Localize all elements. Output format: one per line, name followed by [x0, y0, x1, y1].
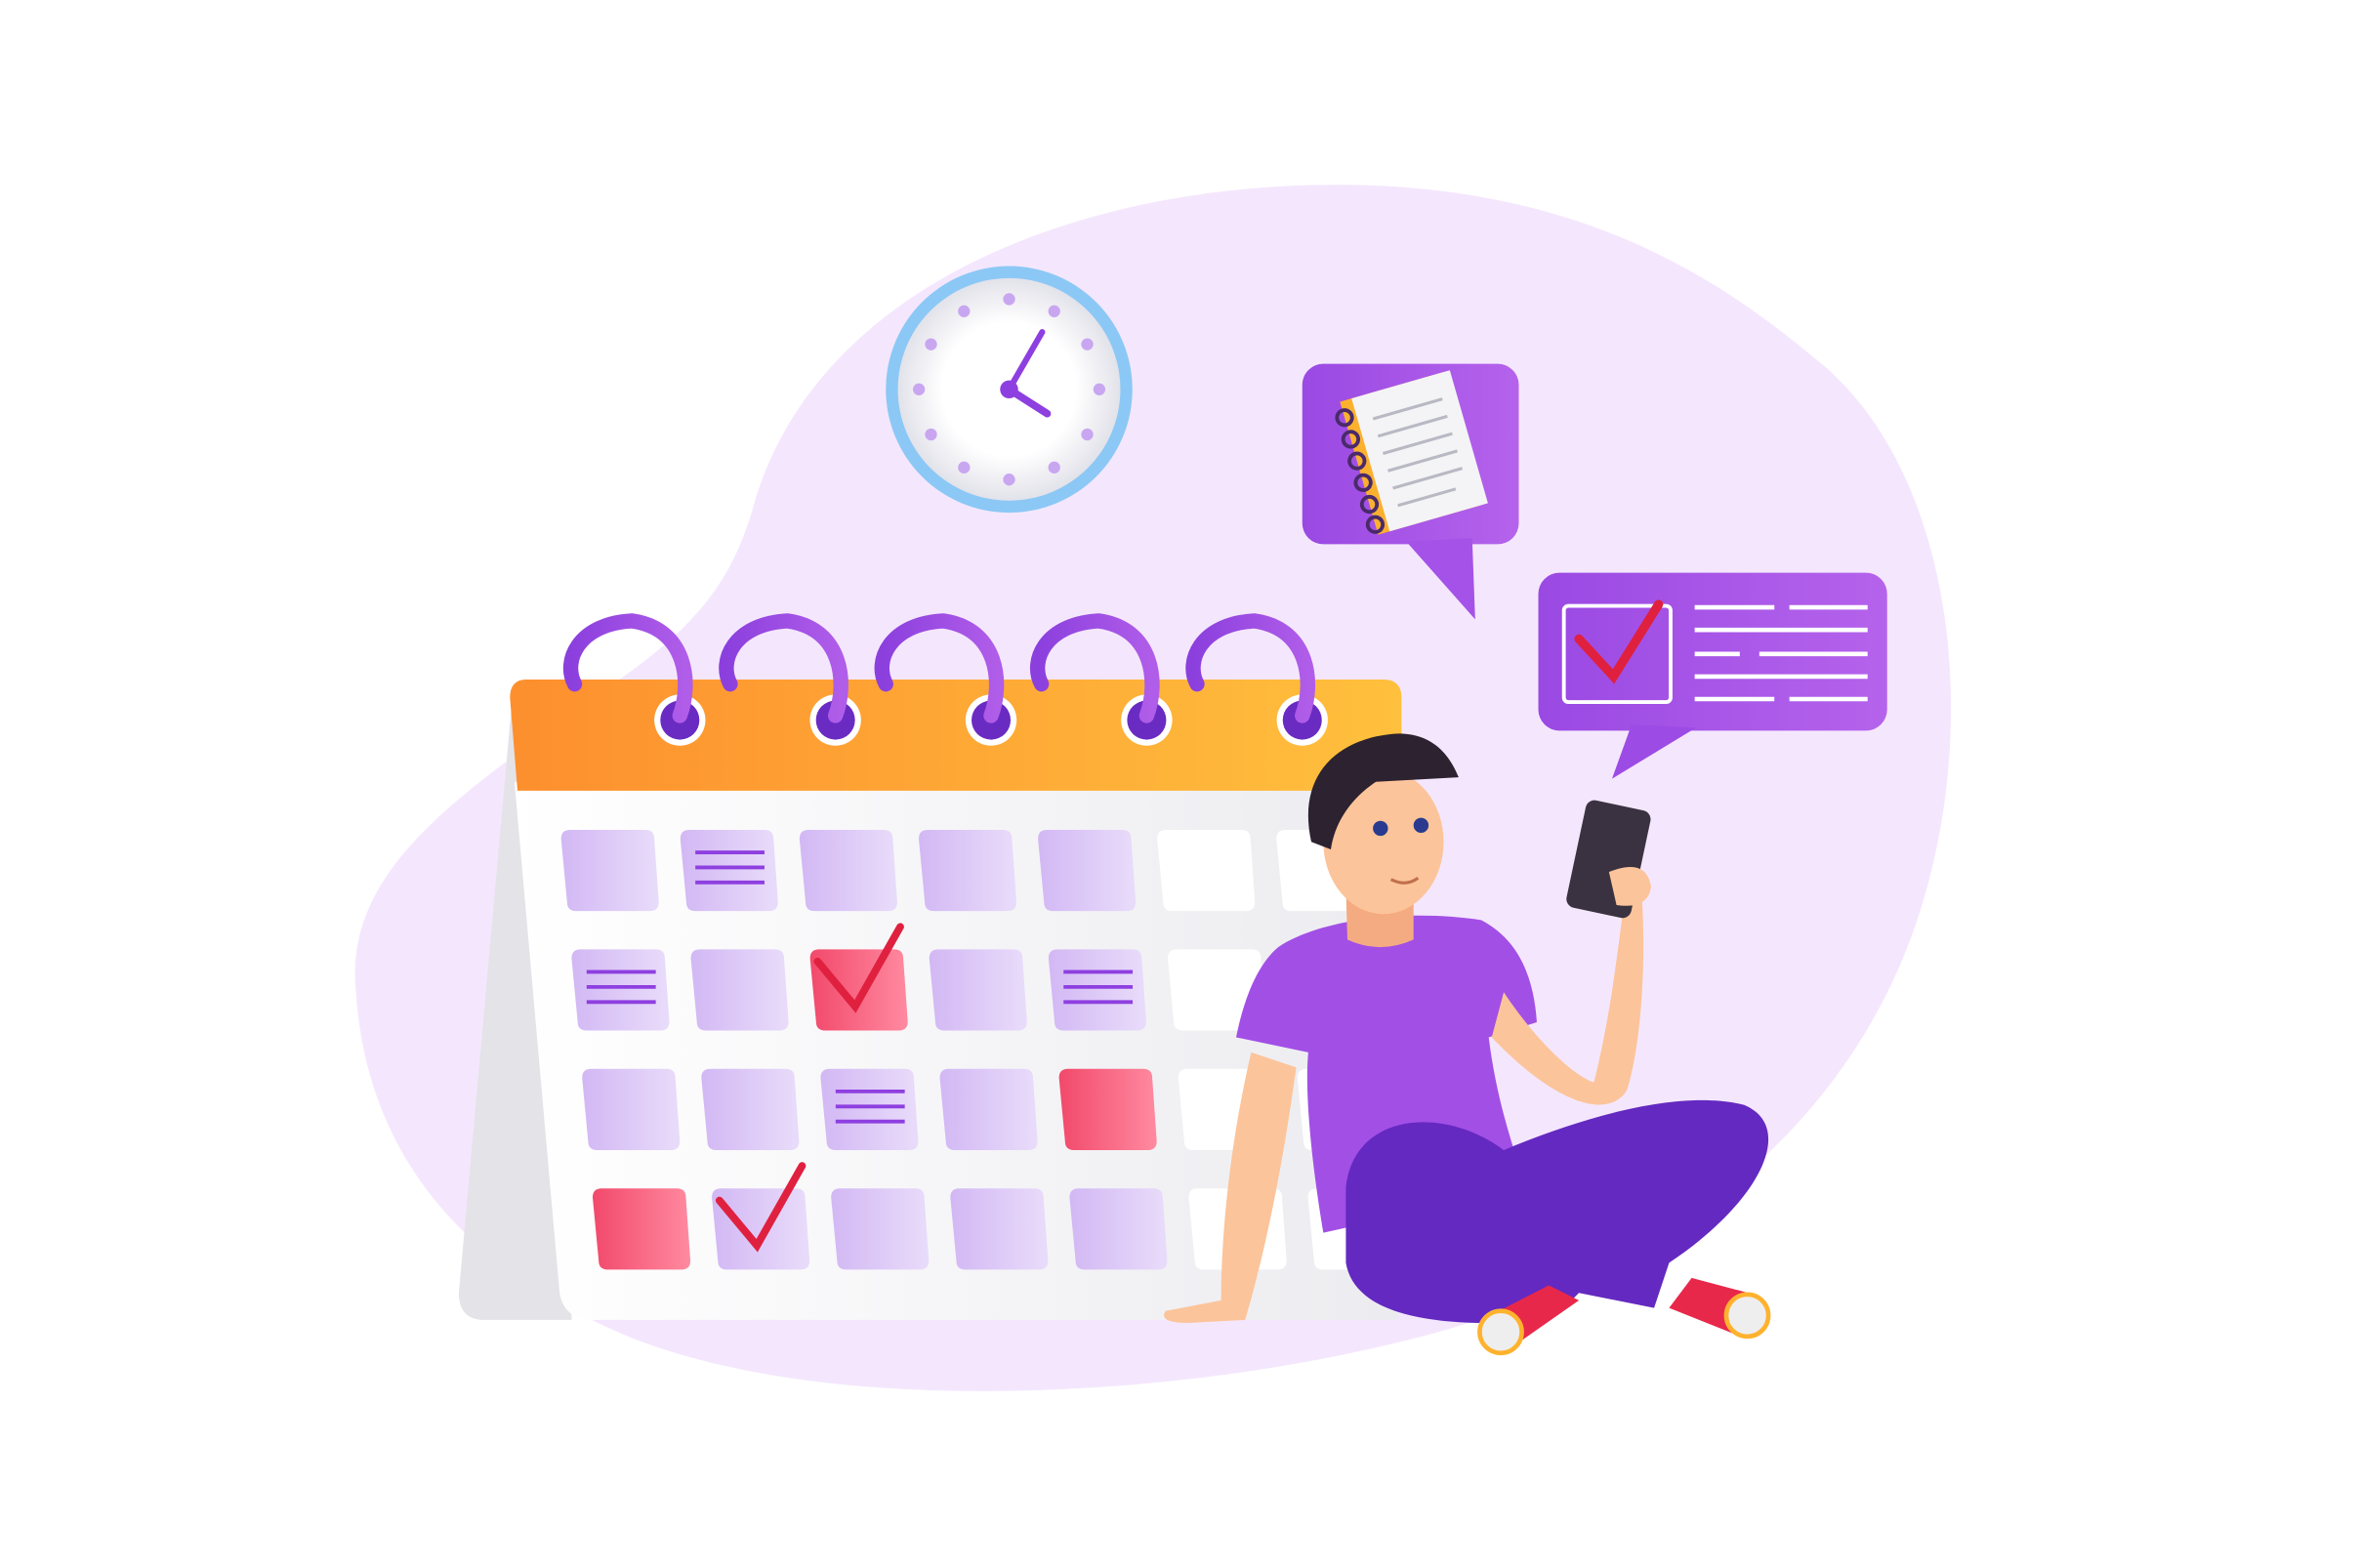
calendar-day-red: [1058, 1068, 1157, 1150]
clock-icon: [886, 266, 1133, 514]
right-eye: [1413, 817, 1429, 834]
calendar-day-plain-check: [712, 1188, 810, 1270]
calendar-day-lines: [1048, 949, 1146, 1031]
clock-tick: [1081, 428, 1094, 441]
calendar-day-plain: [950, 1188, 1049, 1270]
calendar-day-plain: [918, 829, 1017, 912]
calendar-day-plain: [1069, 1188, 1168, 1270]
calendar-day-lines: [571, 949, 670, 1031]
clock-tick: [925, 428, 937, 441]
calendar-day-red: [592, 1188, 691, 1270]
calendar-day-plain: [701, 1068, 800, 1150]
calendar-header: [510, 679, 1402, 791]
clock-tick: [1003, 474, 1015, 486]
clock-tick: [925, 338, 937, 351]
clock-tick: [1093, 383, 1106, 395]
calendar-day-plain: [799, 829, 897, 912]
calendar-day-plain: [831, 1188, 930, 1270]
calendar-day-plain: [560, 829, 659, 912]
calendar-day-lines: [820, 1068, 919, 1150]
calendar-day-lines: [680, 829, 778, 912]
calendar-day-plain: [939, 1068, 1038, 1150]
calendar-day-white: [1157, 829, 1256, 912]
clock-tick: [1048, 461, 1060, 474]
calendar-day-plain: [582, 1068, 681, 1150]
illustration: [354, 185, 1952, 1391]
left-eye: [1373, 820, 1388, 837]
calendar-day-plain: [690, 949, 789, 1031]
clock-tick: [912, 383, 926, 395]
clock-tick: [1048, 305, 1060, 317]
calendar-day-plain: [929, 949, 1027, 1031]
clock-tick: [958, 305, 971, 317]
clock-tick: [1081, 338, 1094, 351]
clock-tick: [958, 461, 971, 474]
calendar-day-red-check: [809, 949, 908, 1031]
clock-tick: [1003, 293, 1015, 306]
calendar-day-plain: [1038, 829, 1137, 912]
